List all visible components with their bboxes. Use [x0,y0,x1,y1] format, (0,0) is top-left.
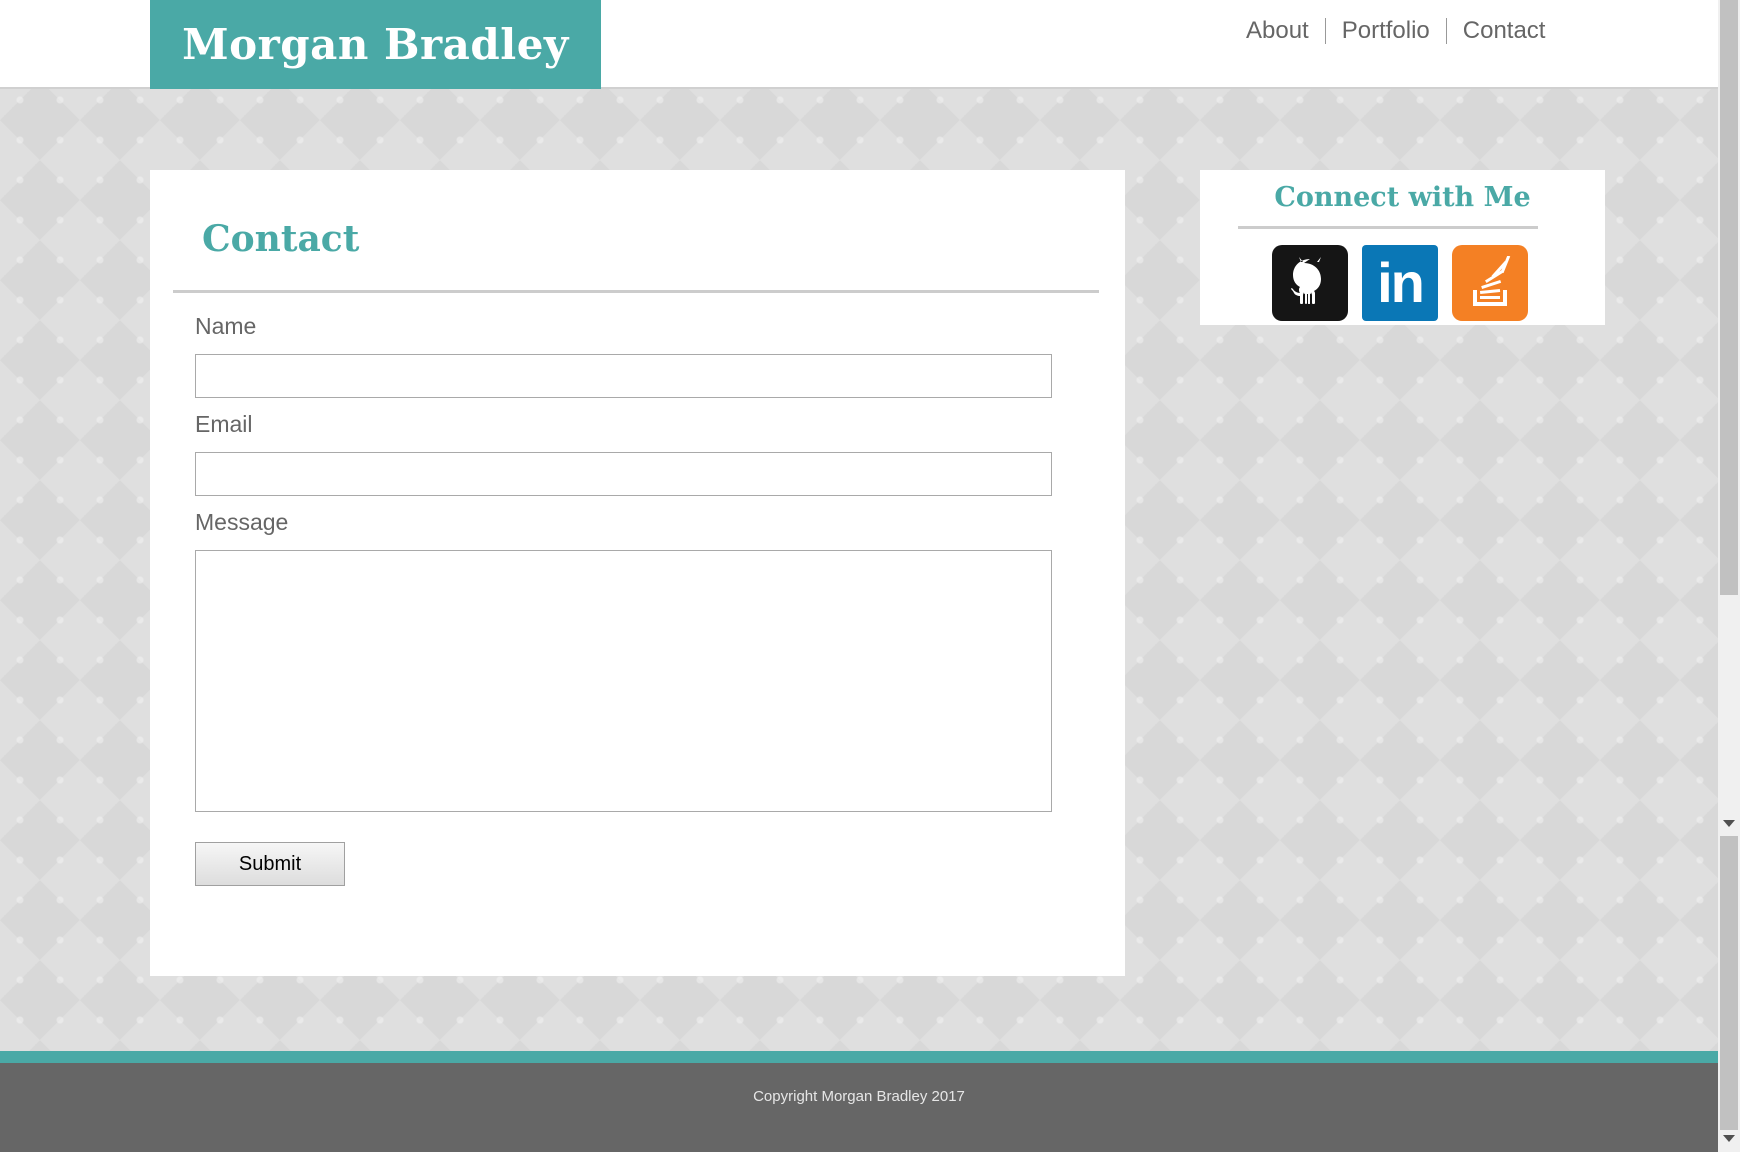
github-icon[interactable] [1272,245,1348,321]
social-links: in [1272,245,1528,321]
name-field[interactable] [195,354,1052,398]
linkedin-icon[interactable]: in [1362,245,1438,321]
nav-link-about[interactable]: About [1230,14,1325,48]
email-label: Email [195,411,253,437]
stackoverflow-icon[interactable] [1452,245,1528,321]
submit-button[interactable]: Submit [195,842,345,886]
contact-card: Contact Name Email Message Submit [150,170,1125,976]
stackoverflow-logo-icon [1473,256,1511,306]
site-header: Morgan Bradley About Portfolio Contact [0,0,1718,89]
title-divider [173,290,1099,293]
main-nav: About Portfolio Contact [1230,14,1561,48]
name-label: Name [195,313,257,339]
email-field[interactable] [195,452,1052,496]
nav-link-contact[interactable]: Contact [1447,14,1562,48]
brand-name[interactable]: Morgan Bradley [182,20,569,69]
linkedin-logo-text: in [1377,251,1425,314]
copyright-text: Copyright Morgan Bradley 2017 [753,1088,965,1105]
page-scrollbar[interactable] [1718,0,1740,1152]
connect-card: Connect with Me in [1200,170,1605,325]
scrollbar-thumb-lower[interactable] [1720,836,1738,1130]
github-octocat-icon [1291,257,1321,304]
brand-logo[interactable]: Morgan Bradley [150,0,601,89]
scroll-down-arrow-icon[interactable] [1723,1135,1735,1142]
scrollbar-thumb[interactable] [1720,0,1738,595]
site-footer: Copyright Morgan Bradley 2017 [0,1063,1718,1152]
footer-accent-band [0,1051,1718,1063]
message-label: Message [195,509,289,535]
nav-link-portfolio[interactable]: Portfolio [1326,14,1446,48]
connect-divider [1238,226,1538,229]
page-title: Contact [202,218,360,260]
scroll-down-arrow-icon[interactable] [1723,820,1735,827]
connect-title: Connect with Me [1274,182,1531,213]
message-field[interactable] [195,550,1052,812]
